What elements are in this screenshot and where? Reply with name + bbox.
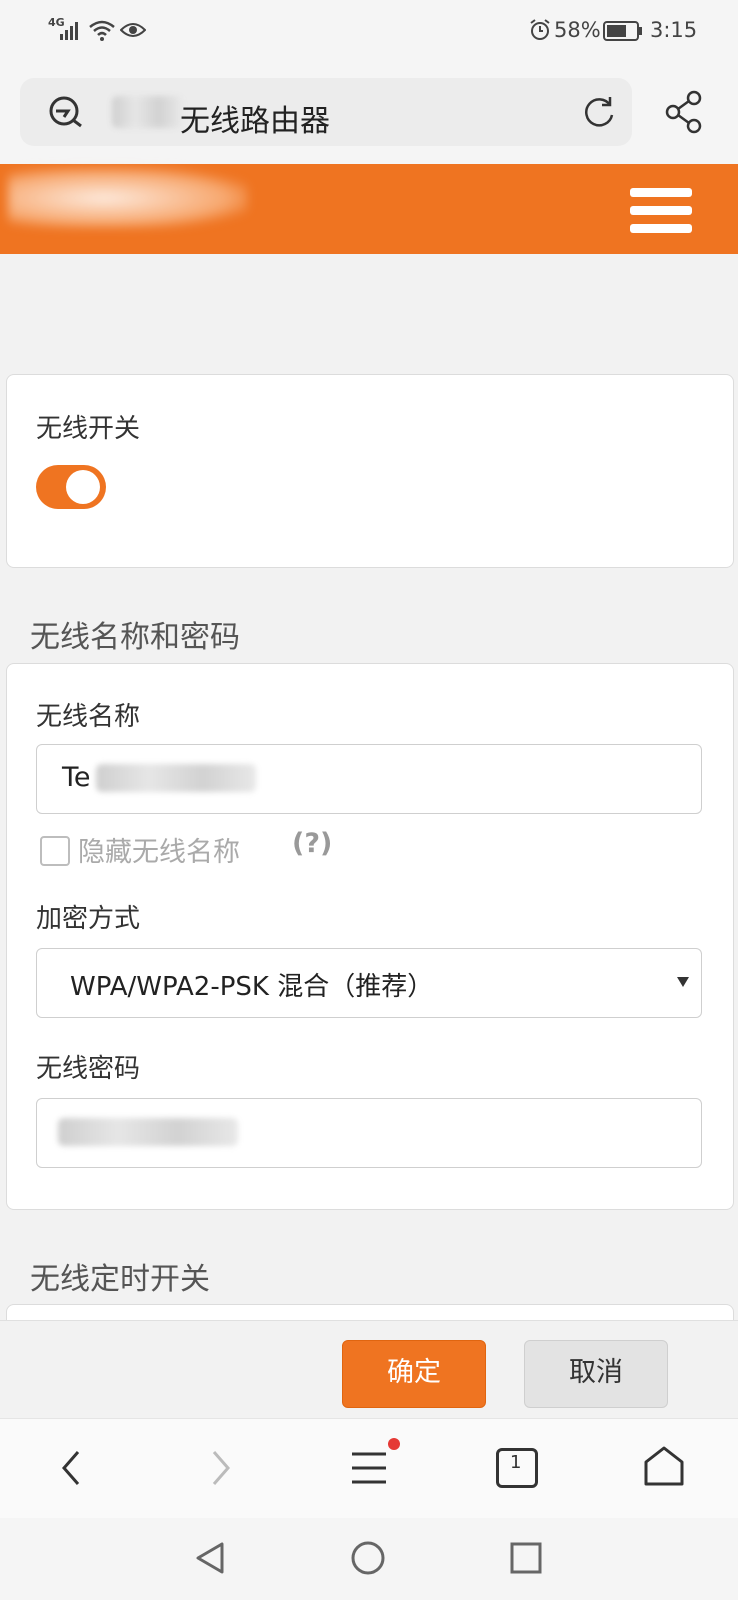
section-title-schedule: 无线定时开关 (30, 1262, 210, 1297)
help-icon[interactable]: (?) (292, 828, 332, 859)
system-back-icon[interactable] (192, 1540, 228, 1576)
blurred-brand-text (112, 96, 182, 128)
blurred-password (58, 1118, 238, 1146)
alarm-icon (530, 19, 550, 40)
blurred-wireless-name (96, 764, 256, 792)
wireless-switch-card (6, 374, 734, 568)
confirm-button[interactable]: 确定 (342, 1340, 486, 1408)
wireless-name-value: Te (62, 762, 91, 793)
toggle-knob (66, 470, 100, 504)
back-icon[interactable] (58, 1448, 86, 1488)
wireless-switch-label: 无线开关 (36, 414, 141, 444)
hide-name-label: 隐藏无线名称 (78, 837, 240, 868)
cancel-button[interactable]: 取消 (524, 1340, 668, 1408)
wireless-name-label: 无线名称 (36, 702, 141, 732)
wireless-password-label: 无线密码 (36, 1054, 141, 1084)
menu-icon[interactable] (620, 180, 700, 240)
home-icon[interactable] (642, 1444, 686, 1488)
notification-dot (388, 1438, 400, 1450)
brand-logo (8, 168, 248, 228)
signal-icon (60, 22, 78, 40)
section-title-name-password: 无线名称和密码 (30, 620, 240, 655)
refresh-icon[interactable] (580, 93, 618, 131)
status-bar: 4G 58% 3:15 (0, 0, 738, 62)
clock: 3:15 (650, 18, 698, 42)
page-title: 无线路由器 (180, 104, 330, 139)
system-recents-icon[interactable] (508, 1540, 544, 1576)
forward-icon[interactable] (206, 1448, 234, 1488)
wifi-icon (89, 20, 115, 41)
menu-lines-icon[interactable] (350, 1450, 388, 1486)
dropdown-arrow-icon (677, 977, 689, 987)
tabs-count: 1 (510, 1452, 522, 1473)
browser-logo-icon (49, 96, 82, 128)
encryption-value: WPA/WPA2-PSK 混合（推荐） (70, 972, 434, 1002)
battery-icon (603, 21, 642, 41)
battery-percent: 58% (554, 18, 601, 42)
hide-name-checkbox[interactable] (40, 836, 70, 866)
share-icon[interactable] (664, 90, 704, 134)
eye-icon (120, 23, 146, 37)
encryption-label: 加密方式 (36, 904, 141, 934)
system-home-icon[interactable] (350, 1540, 386, 1576)
